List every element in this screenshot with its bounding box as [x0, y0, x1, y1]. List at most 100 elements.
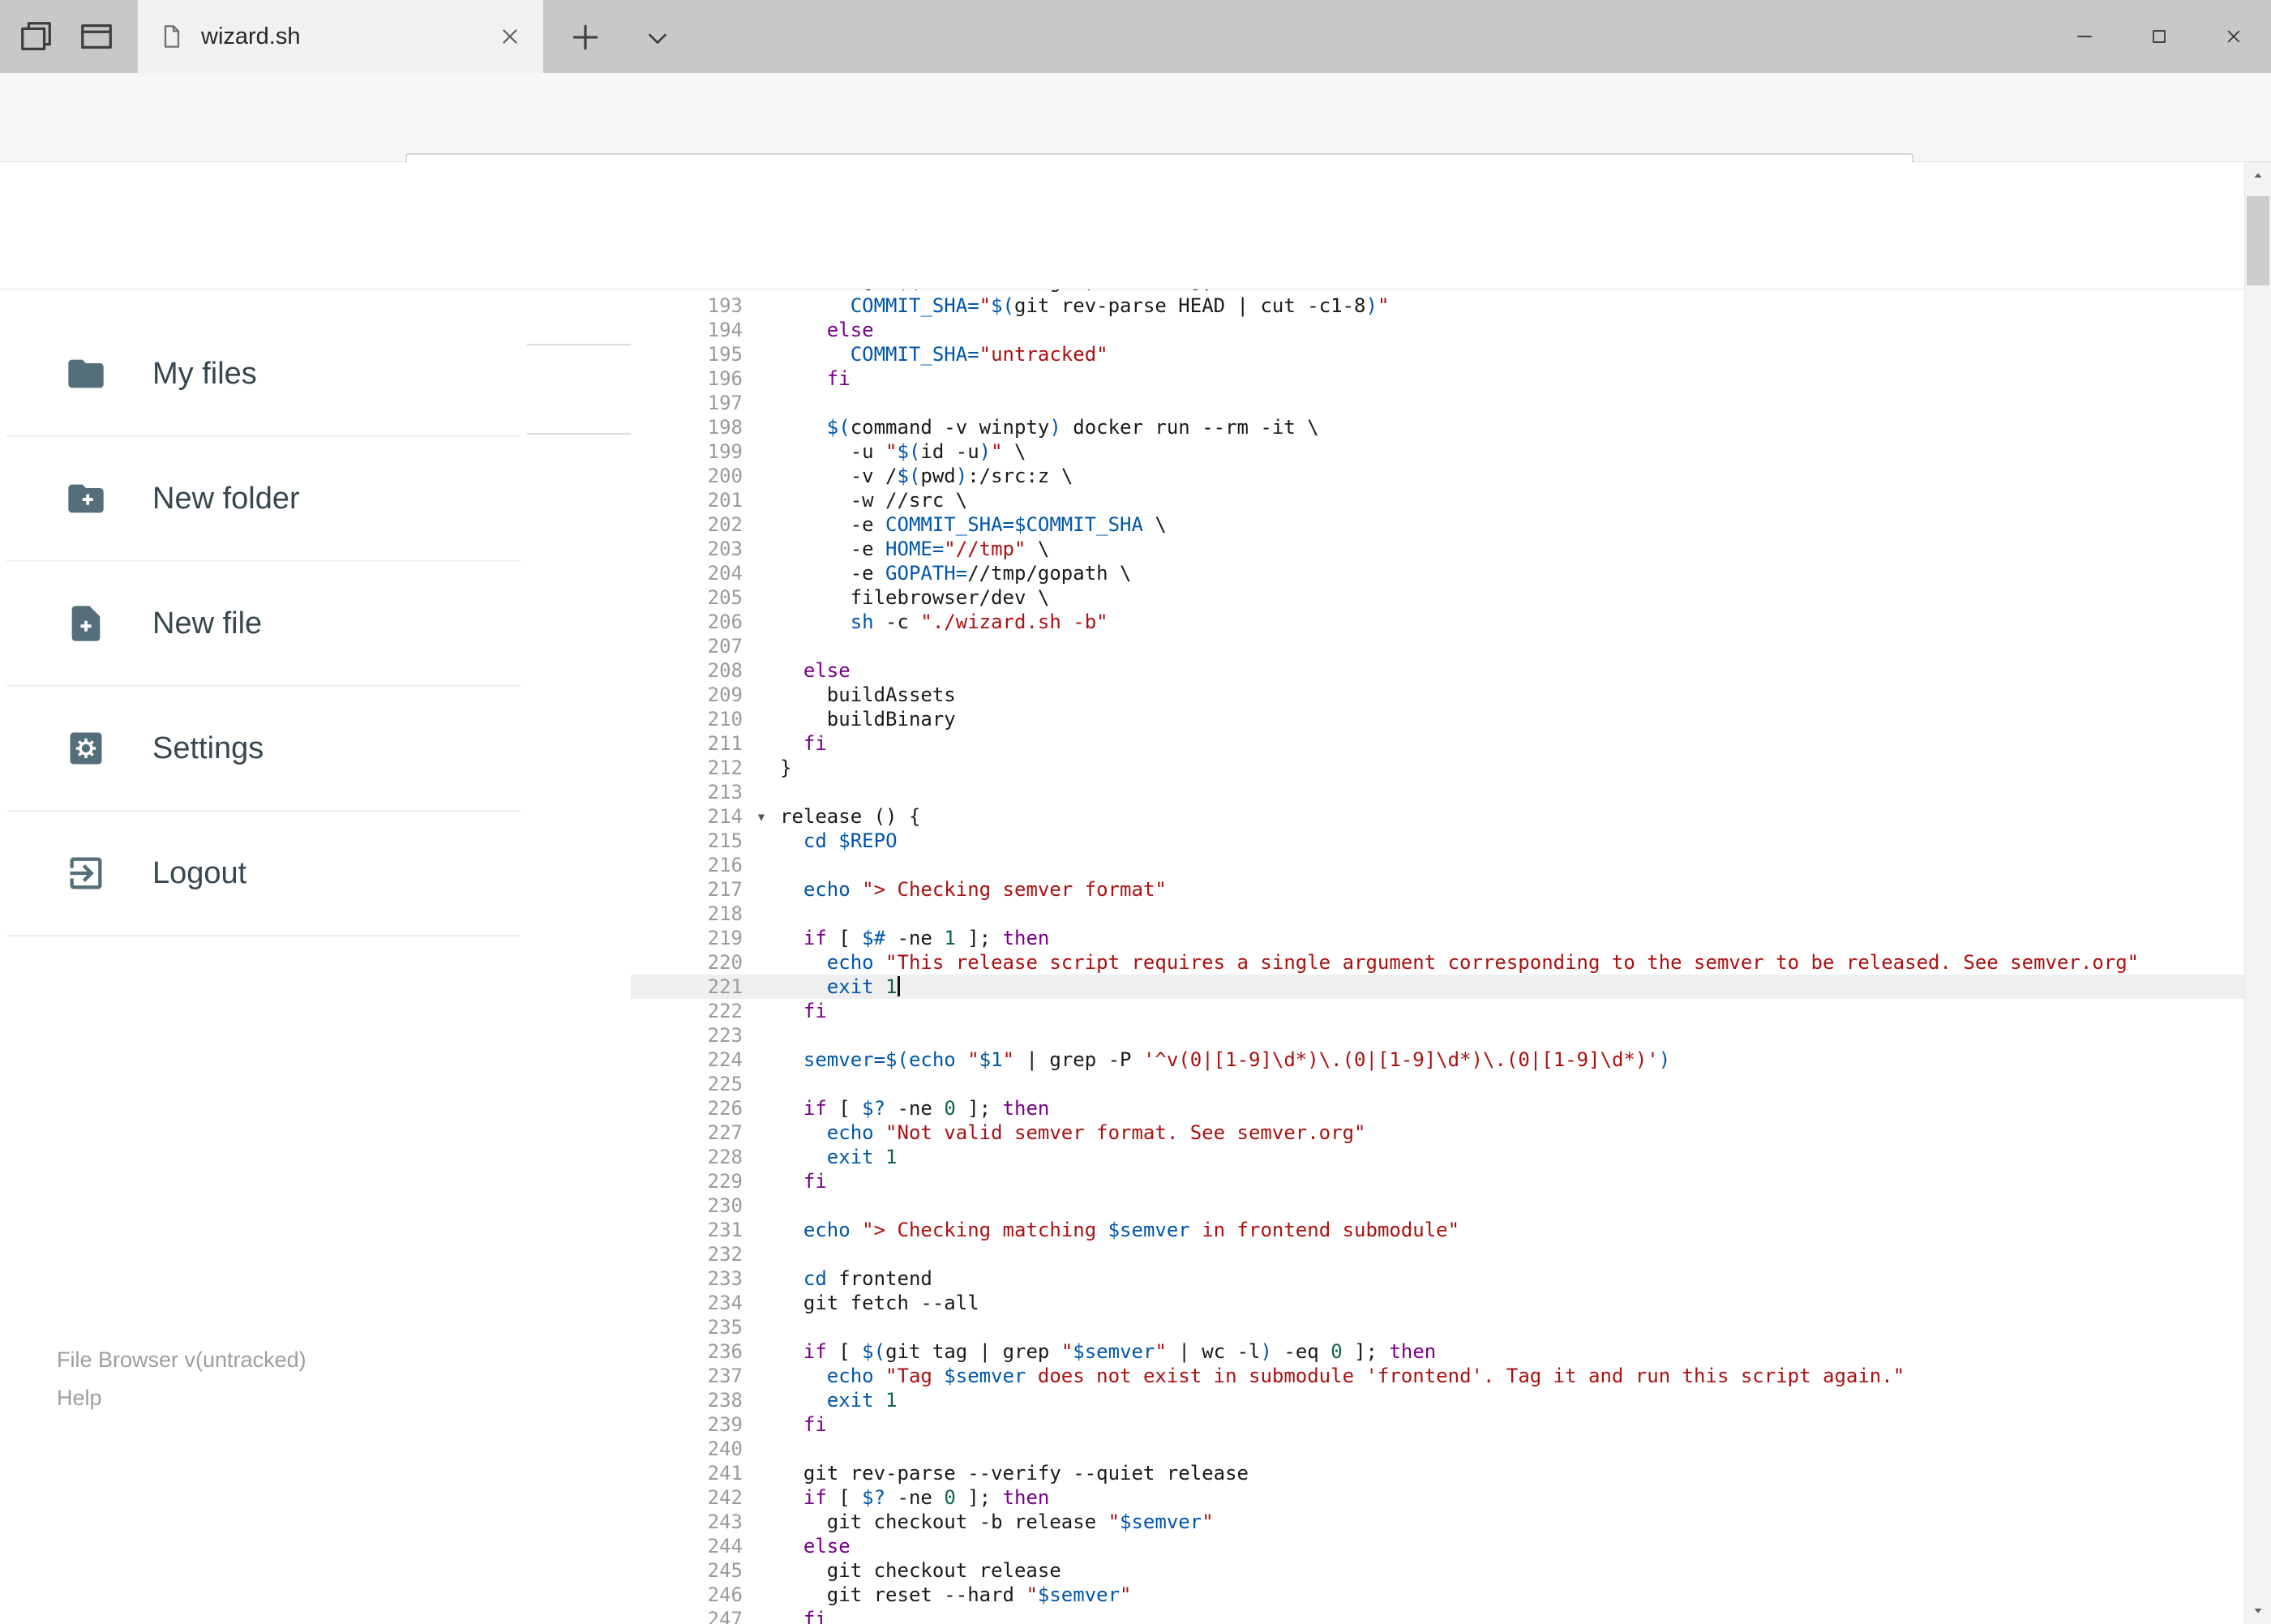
code-line[interactable]: 230: [631, 1193, 2244, 1218]
tab-wizard-sh[interactable]: wizard.sh: [138, 0, 543, 73]
line-number: 245: [707, 1559, 743, 1582]
sidebar-item-settings[interactable]: Settings: [6, 687, 521, 812]
sidebar-item-label: New file: [152, 606, 263, 641]
set-tabs-aside-icon[interactable]: [18, 18, 55, 55]
code-text: COMMIT_SHA="$(git rev-parse HEAD | cut -…: [850, 294, 1390, 317]
code-line[interactable]: 242 if [ $? -ne 0 ]; then: [631, 1485, 2244, 1510]
code-line[interactable]: 246 git reset --hard "$semver": [631, 1583, 2244, 1607]
code-line[interactable]: 196 fi: [631, 366, 2244, 391]
help-link[interactable]: Help: [57, 1386, 306, 1411]
fold-gutter: [743, 294, 780, 318]
code-line[interactable]: 238 exit 1: [631, 1388, 2244, 1412]
code-line[interactable]: 237 echo "Tag $semver does not exist in …: [631, 1364, 2244, 1388]
sidebar-item-logout[interactable]: Logout: [6, 812, 521, 936]
code-line[interactable]: 212}: [631, 756, 2244, 780]
line-number: 212: [707, 756, 743, 779]
code-text: -e GOPATH=//tmp/gopath \: [780, 562, 1132, 585]
code-line[interactable]: 217 echo "> Checking semver format": [631, 877, 2244, 902]
code-line[interactable]: 201 -w //src \: [631, 488, 2244, 512]
fold-gutter: [743, 1534, 780, 1558]
maximize-button[interactable]: [2122, 0, 2196, 73]
code-line[interactable]: 211 fi: [631, 731, 2244, 756]
close-button[interactable]: [2196, 0, 2271, 73]
code-line[interactable]: 200 -v /$(pwd):/src:z \: [631, 464, 2244, 488]
tab-strip: wizard.sh: [0, 0, 2271, 73]
fold-gutter: [743, 780, 780, 804]
scroll-down-icon[interactable]: [2245, 1596, 2271, 1624]
tab-close-icon[interactable]: [498, 24, 522, 49]
code-line[interactable]: 220 echo "This release script requires a…: [631, 950, 2244, 975]
code-line[interactable]: 239 fi: [631, 1412, 2244, 1437]
fold-gutter: [743, 1339, 780, 1364]
code-line[interactable]: 221 exit 1: [631, 975, 2244, 999]
code-line[interactable]: 228 exit 1: [631, 1145, 2244, 1169]
code-line[interactable]: 222 fi: [631, 999, 2244, 1023]
code-line[interactable]: 209 buildAssets: [631, 683, 2244, 707]
code-line[interactable]: 232: [631, 1242, 2244, 1266]
fold-marker-icon[interactable]: ▾: [743, 804, 780, 829]
fold-gutter: [743, 561, 780, 585]
code-line[interactable]: 243 git checkout -b release "$semver": [631, 1510, 2244, 1534]
code-line[interactable]: 204 -e GOPATH=//tmp/gopath \: [631, 561, 2244, 585]
code-line[interactable]: 203 -e HOME="//tmp" \: [631, 537, 2244, 561]
code-line[interactable]: 235: [631, 1315, 2244, 1339]
code-line[interactable]: 225: [631, 1072, 2244, 1096]
code-line[interactable]: 205 filebrowser/dev \: [631, 585, 2244, 610]
code-line[interactable]: 208 else: [631, 658, 2244, 683]
sidebar-footer: File Browser v(untracked) Help: [57, 1348, 306, 1411]
code-line[interactable]: 227 echo "Not valid semver format. See s…: [631, 1121, 2244, 1145]
line-number: 236: [707, 1340, 743, 1363]
code-line[interactable]: 195 COMMIT_SHA="untracked": [631, 342, 2244, 366]
chevron-down-icon[interactable]: [642, 23, 673, 54]
code-text: -v /$(pwd):/src:z \: [780, 465, 1073, 487]
code-line[interactable]: 214 ▾ release () {: [631, 804, 2244, 829]
fold-gutter: [743, 342, 780, 366]
code-line[interactable]: 224 semver=$(echo "$1" | grep -P '^v(0|[…: [631, 1048, 2244, 1072]
code-line[interactable]: 234 git fetch --all: [631, 1291, 2244, 1315]
code-line[interactable]: 213: [631, 780, 2244, 804]
code-line[interactable]: 216: [631, 853, 2244, 877]
scroll-up-icon[interactable]: [2245, 162, 2271, 190]
line-number: 232: [707, 1243, 743, 1266]
fold-gutter: [743, 1485, 780, 1510]
code-line[interactable]: 207: [631, 634, 2244, 658]
code-line[interactable]: 247 fi: [631, 1607, 2244, 1624]
sidebar-item-new-folder[interactable]: New folder: [6, 437, 521, 562]
code-line[interactable]: 240: [631, 1437, 2244, 1461]
code-line[interactable]: 231 echo "> Checking matching $semver in…: [631, 1218, 2244, 1242]
code-line[interactable]: 226 if [ $? -ne 0 ]; then: [631, 1096, 2244, 1121]
new-tab-button[interactable]: [568, 19, 603, 55]
page-scrollbar[interactable]: [2244, 162, 2271, 1624]
line-number: 231: [707, 1219, 743, 1241]
code-line[interactable]: 233 cd frontend: [631, 1266, 2244, 1291]
sidebar-item-my-files[interactable]: My files: [6, 312, 521, 437]
minimize-button[interactable]: [2047, 0, 2122, 73]
sidebar-item-new-file[interactable]: New file: [6, 562, 521, 687]
code-line[interactable]: 206 sh -c "./wizard.sh -b": [631, 610, 2244, 634]
code-editor[interactable]: 192 if [ "$(command -v git)" != "" ]; th…: [631, 289, 2244, 1624]
code-line[interactable]: 236 if [ $(git tag | grep "$semver" | wc…: [631, 1339, 2244, 1364]
fold-gutter: [743, 585, 780, 610]
code-line[interactable]: 218: [631, 902, 2244, 926]
code-line[interactable]: 244 else: [631, 1534, 2244, 1558]
code-line[interactable]: 199 -u "$(id -u)" \: [631, 439, 2244, 464]
code-line[interactable]: 223: [631, 1023, 2244, 1048]
line-number: 200: [707, 465, 743, 487]
code-line[interactable]: 194 else: [631, 318, 2244, 342]
code-line[interactable]: 202 -e COMMIT_SHA=$COMMIT_SHA \: [631, 512, 2244, 537]
code-text: filebrowser/dev \: [780, 586, 1050, 609]
line-number: 219: [707, 927, 743, 949]
code-line[interactable]: 197: [631, 391, 2244, 415]
code-line[interactable]: 241 git rev-parse --verify --quiet relea…: [631, 1461, 2244, 1485]
code-line[interactable]: 229 fi: [631, 1169, 2244, 1193]
tab-preview-icon[interactable]: [78, 18, 115, 55]
code-line[interactable]: 245 git checkout release: [631, 1558, 2244, 1583]
code-line[interactable]: 198 $(command -v winpty) docker run --rm…: [631, 415, 2244, 439]
code-line[interactable]: 219 if [ $# -ne 1 ]; then: [631, 926, 2244, 950]
code-line[interactable]: 210 buildBinary: [631, 707, 2244, 731]
code-line[interactable]: 215 cd $REPO: [631, 829, 2244, 853]
fold-gutter: [743, 902, 780, 926]
scrollbar-thumb[interactable]: [2247, 196, 2269, 285]
fold-gutter: [743, 488, 780, 512]
code-line[interactable]: 193 COMMIT_SHA="$(git rev-parse HEAD | c…: [631, 294, 2244, 318]
